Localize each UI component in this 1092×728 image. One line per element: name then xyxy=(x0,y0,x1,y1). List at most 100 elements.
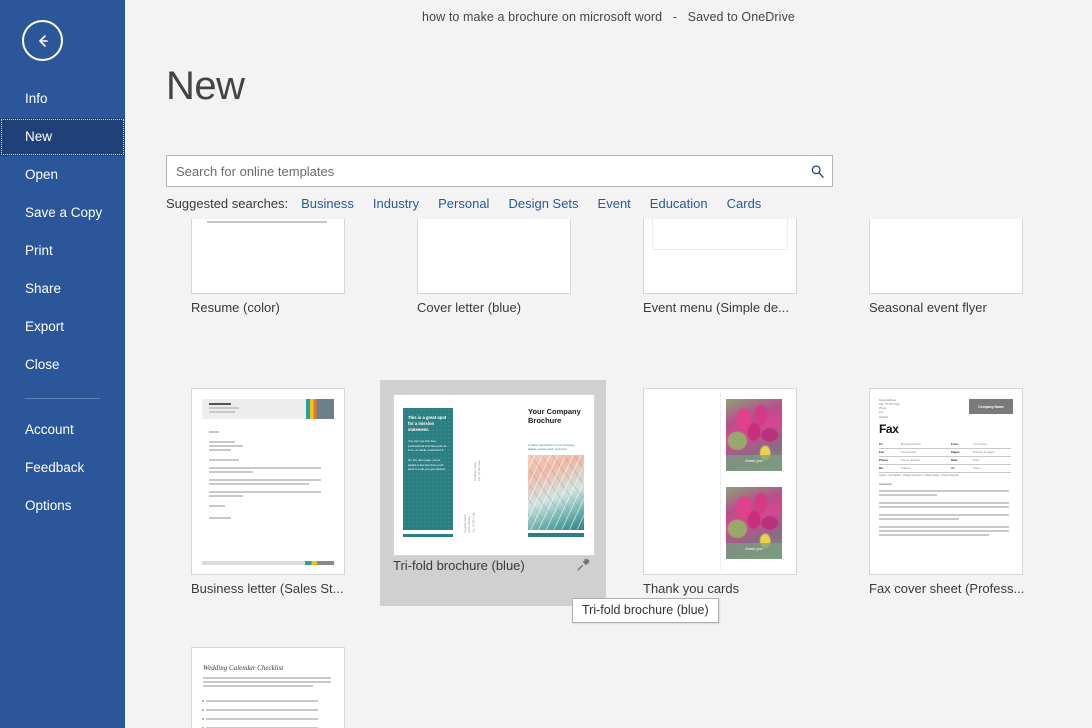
sidebar-item-share[interactable]: Share xyxy=(0,270,125,308)
sidebar-item-options[interactable]: Options xyxy=(0,487,125,525)
template-card-wedding-calendar-checklist[interactable]: Wedding Calendar Checklist xyxy=(154,639,380,728)
main-content: New Suggested searches: Business Industry P… xyxy=(125,34,1092,728)
suggested-search-design-sets[interactable]: Design Sets xyxy=(508,196,578,211)
search-input[interactable] xyxy=(167,163,802,180)
sidebar-item-print[interactable]: Print xyxy=(0,232,125,270)
template-row-3: Wedding Calendar Checklist xyxy=(154,639,380,728)
brochure-panel-body-1: You can use this free professional broch… xyxy=(408,439,448,453)
fax-row-label: Re: xyxy=(879,466,884,470)
template-grid[interactable]: COMMUNICATION LEADERSHIP Experience xyxy=(154,219,1084,728)
thank-you-card-text: thank you xyxy=(726,546,782,551)
fax-comments-label: Comments: xyxy=(879,483,892,486)
template-row-1: COMMUNICATION LEADERSHIP Experience xyxy=(154,219,1058,325)
fax-row-value: Phone Number xyxy=(901,458,920,462)
template-caption: Business letter (Sales St... xyxy=(191,581,366,596)
brochure-panel-body-2: On the next page, we've added a few tips… xyxy=(408,458,448,472)
template-caption: Tri-fold brochure (blue) xyxy=(393,558,568,573)
fax-row-label2: Date: xyxy=(951,458,958,462)
brochure-vertical-address: Company Name Street Address City, ST ZIP… xyxy=(464,487,476,533)
sidebar-item-close[interactable]: Close xyxy=(0,346,125,384)
suggested-searches-label: Suggested searches: xyxy=(166,196,288,211)
template-card-fax-cover-sheet[interactable]: Company Name Street Address City, ST ZIP… xyxy=(832,380,1058,606)
fax-row-label: Phone: xyxy=(879,458,888,462)
fax-row-value2: Name xyxy=(973,466,980,470)
sidebar-item-feedback[interactable]: Feedback xyxy=(0,449,125,487)
template-caption: Cover letter (blue) xyxy=(417,300,592,315)
fax-checkbox: For Review xyxy=(889,474,902,477)
fax-row-value2: Number of pages xyxy=(973,450,994,454)
search-box[interactable] xyxy=(166,155,833,187)
template-thumbnail-resume-color: COMMUNICATION LEADERSHIP Experience xyxy=(191,219,345,294)
sidebar-item-export[interactable]: Export xyxy=(0,308,125,346)
sidebar-item-open[interactable]: Open xyxy=(0,156,125,194)
brochure-title: Your Company Brochure xyxy=(528,408,584,426)
sidebar-item-save-a-copy[interactable]: Save a Copy xyxy=(0,194,125,232)
fax-row-value: Subject xyxy=(901,466,910,470)
sidebar-item-account[interactable]: Account xyxy=(0,411,125,449)
fax-row-label2: cc: xyxy=(951,466,955,470)
fax-checkbox: Please Comment xyxy=(903,474,922,477)
document-title: how to make a brochure on microsoft word xyxy=(422,10,662,24)
suggested-search-industry[interactable]: Industry xyxy=(373,196,419,211)
fax-row-value: Fax Number xyxy=(901,450,916,454)
template-card-thank-you-cards[interactable]: thank you thank you Thank you cards xyxy=(606,380,832,606)
template-thumbnail-seasonal-event-flyer: TITLE HERE Event Description Heading COM… xyxy=(869,219,1023,294)
word-backstage-new-screen: Info New Open Save a Copy Print Share Ex… xyxy=(0,0,1092,728)
template-thumbnail-event-menu xyxy=(643,219,797,294)
template-caption: Fax cover sheet (Profess... xyxy=(869,581,1044,596)
fax-row-value2: Your Name xyxy=(973,442,987,446)
fax-checkbox: Please Recycle xyxy=(941,474,958,477)
suggested-search-cards[interactable]: Cards xyxy=(727,196,762,211)
template-thumbnail-business-letter xyxy=(191,388,345,575)
template-thumbnail-wedding-calendar-checklist: Wedding Calendar Checklist xyxy=(191,647,345,728)
suggested-search-personal[interactable]: Personal xyxy=(438,196,489,211)
pin-icon[interactable] xyxy=(576,556,592,572)
backstage-nav: Info New Open Save a Copy Print Share Ex… xyxy=(0,80,125,525)
template-card-event-menu[interactable]: Event menu (Simple de... xyxy=(606,219,832,325)
fax-company-box: Company Name xyxy=(969,399,1013,414)
template-card-seasonal-event-flyer[interactable]: TITLE HERE Event Description Heading COM… xyxy=(832,219,1058,325)
fax-row-value: Recipient Name xyxy=(901,442,921,446)
brochure-subtitle: A catchy description of your company, ta… xyxy=(528,443,582,451)
sidebar-divider xyxy=(25,398,100,399)
template-caption: Resume (color) xyxy=(191,300,366,315)
page-title: New xyxy=(166,64,245,109)
thank-you-card-text: thank you xyxy=(726,458,782,463)
title-separator: - xyxy=(669,10,680,24)
wedding-title: Wedding Calendar Checklist xyxy=(203,664,283,672)
suggested-search-business[interactable]: Business xyxy=(301,196,354,211)
template-caption: Event menu (Simple de... xyxy=(643,300,818,315)
fax-row-label: To: xyxy=(879,442,883,446)
fax-row-value2: Date xyxy=(973,458,979,462)
brochure-panel-heading: This is a great spot for a mission state… xyxy=(408,415,448,433)
save-status: Saved to OneDrive xyxy=(688,10,795,24)
template-thumbnail-tri-fold-brochure: This is a great spot for a mission state… xyxy=(393,394,595,556)
sidebar-item-new[interactable]: New xyxy=(0,118,125,156)
template-card-cover-letter-blue[interactable]: Cover letter (blue) xyxy=(380,219,606,325)
template-tooltip: Tri-fold brochure (blue) xyxy=(572,598,719,623)
template-card-business-letter[interactable]: Business letter (Sales St... xyxy=(154,380,380,606)
template-thumbnail-cover-letter-blue xyxy=(417,219,571,294)
template-caption: Seasonal event flyer xyxy=(869,300,1044,315)
fax-checkbox: Please Reply xyxy=(925,474,940,477)
sidebar-item-info[interactable]: Info xyxy=(0,80,125,118)
fax-row-label2: Pages: xyxy=(951,450,960,454)
fax-row-label2: From: xyxy=(951,442,959,446)
template-row-2: Business letter (Sales St... This is a g… xyxy=(154,380,1058,606)
template-thumbnail-thank-you-cards: thank you thank you xyxy=(643,388,797,575)
back-arrow-icon[interactable] xyxy=(22,20,63,61)
template-card-resume-color[interactable]: COMMUNICATION LEADERSHIP Experience xyxy=(154,219,380,325)
template-card-tri-fold-brochure-blue[interactable]: This is a great spot for a mission state… xyxy=(380,380,606,606)
suggested-search-event[interactable]: Event xyxy=(598,196,631,211)
title-bar: how to make a brochure on microsoft word… xyxy=(125,0,1092,34)
template-caption: Thank you cards xyxy=(643,581,818,596)
template-thumbnail-fax-cover-sheet: Company Name Street Address City, ST ZIP… xyxy=(869,388,1023,575)
fax-row-label: Fax: xyxy=(879,450,885,454)
fax-address-line: Website xyxy=(879,416,900,420)
fax-checkbox: Urgent xyxy=(879,474,887,477)
search-icon[interactable] xyxy=(802,164,832,179)
suggested-searches: Suggested searches: Business Industry Perso… xyxy=(166,196,780,211)
fax-title: Fax xyxy=(879,422,898,436)
backstage-sidebar: Info New Open Save a Copy Print Share Ex… xyxy=(0,0,125,728)
suggested-search-education[interactable]: Education xyxy=(650,196,708,211)
